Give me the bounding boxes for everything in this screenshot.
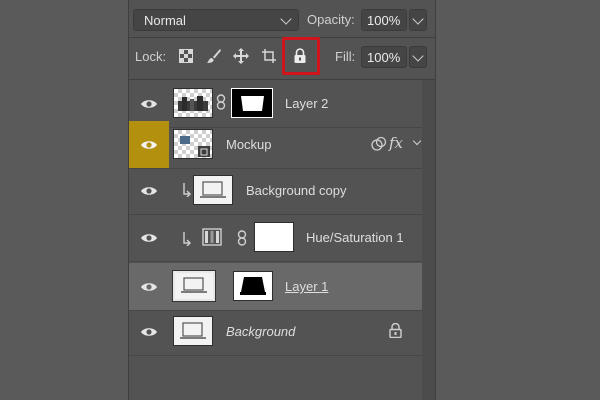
lock-image-pixels-icon[interactable] (204, 46, 224, 66)
layer-row-mockup[interactable]: Mockup fx (129, 121, 422, 169)
chevron-down-icon[interactable] (412, 136, 422, 146)
lock-transparent-pixels-icon[interactable] (176, 46, 196, 66)
blend-mode-dropdown[interactable]: Normal (133, 9, 299, 31)
lock-all-highlight (282, 37, 320, 75)
layers-scrollbar[interactable] (422, 80, 435, 400)
visibility-toggle[interactable] (129, 308, 169, 355)
fill-label: Fill: (335, 49, 356, 64)
layer-name[interactable]: Background copy (246, 183, 346, 198)
layer-locked-icon[interactable] (389, 322, 402, 343)
layer-effects-circles-icon[interactable] (371, 136, 387, 157)
layer-thumbnail[interactable] (173, 88, 213, 118)
layers-panel: Normal Opacity: 100% Lock: Fill: 100% La… (128, 0, 436, 400)
visibility-toggle[interactable] (129, 167, 169, 214)
eye-icon (141, 140, 157, 149)
fill-value: 100% (367, 50, 401, 65)
eye-icon (141, 99, 157, 108)
layer-mask-thumbnail[interactable] (233, 271, 273, 301)
opacity-input[interactable]: 100% (361, 9, 407, 31)
eye-icon (141, 282, 157, 291)
layer-row-background-copy[interactable]: Background copy (129, 167, 422, 215)
layer-name[interactable]: Layer 2 (285, 96, 328, 111)
layer-row-layer-1[interactable]: Layer 1 (129, 263, 422, 311)
chevron-down-icon (412, 13, 424, 25)
opacity-value: 100% (367, 13, 401, 28)
opacity-dropdown-button[interactable] (409, 9, 427, 31)
lock-label: Lock: (135, 49, 167, 64)
clipping-arrow-icon (181, 232, 191, 251)
link-chain-icon[interactable] (216, 94, 226, 115)
visibility-toggle[interactable] (129, 121, 169, 168)
layer-name[interactable]: Layer 1 (285, 279, 328, 294)
visibility-toggle[interactable] (129, 80, 169, 127)
layer-thumbnail-selected[interactable] (172, 270, 216, 302)
layer-row-hue-saturation-1[interactable]: Hue/Saturation 1 (129, 214, 422, 262)
lock-artboard-icon[interactable] (259, 46, 279, 66)
visibility-toggle[interactable] (129, 214, 169, 261)
chevron-down-icon (412, 50, 424, 62)
link-chain-icon[interactable] (237, 230, 247, 251)
adjustment-mask-thumbnail[interactable] (254, 222, 294, 252)
layer-thumbnail[interactable] (193, 175, 233, 205)
layer-name[interactable]: Hue/Saturation 1 (306, 230, 404, 245)
fill-input[interactable]: 100% (361, 46, 407, 68)
blend-mode-value: Normal (144, 13, 186, 28)
opacity-label: Opacity: (307, 12, 355, 27)
chevron-down-icon (280, 13, 292, 25)
smart-object-thumbnail[interactable] (173, 129, 213, 159)
adjustment-layer-icon[interactable] (202, 228, 222, 251)
eye-icon (141, 327, 157, 336)
eye-icon (141, 233, 157, 242)
layer-row-background[interactable]: Background (129, 308, 422, 356)
fill-dropdown-button[interactable] (409, 46, 427, 68)
layer-name[interactable]: Mockup (226, 137, 272, 152)
layer-name[interactable]: Background (226, 324, 295, 339)
clipping-arrow-icon (181, 183, 191, 202)
visibility-toggle[interactable] (129, 263, 169, 310)
lock-position-move-icon[interactable] (231, 46, 251, 66)
layer-mask-thumbnail[interactable] (231, 88, 273, 118)
fx-badge[interactable]: fx (389, 134, 403, 152)
layer-thumbnail[interactable] (173, 316, 213, 346)
eye-icon (141, 186, 157, 195)
